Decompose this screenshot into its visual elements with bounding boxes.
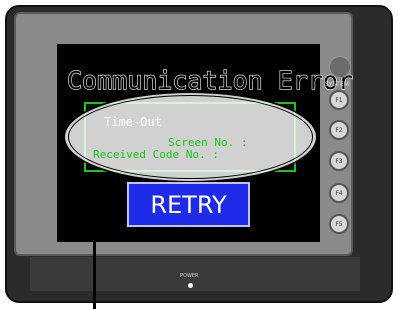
retry-button[interactable]: RETRY: [127, 182, 250, 227]
callout-pointer-line: [93, 180, 96, 309]
timeout-label: Time-Out: [104, 115, 162, 129]
system-label: SYSTEM: [325, 81, 349, 88]
f5-button[interactable]: F5: [329, 214, 349, 234]
f3-button[interactable]: F3: [329, 151, 349, 171]
f4-button[interactable]: F4: [329, 183, 349, 203]
power-led-icon: [188, 283, 193, 288]
system-button[interactable]: [329, 56, 351, 78]
power-label: POWER: [180, 273, 199, 279]
f1-button[interactable]: F1: [329, 90, 349, 110]
received-code-label: Received Code No. :: [93, 148, 219, 161]
f2-button[interactable]: F2: [329, 120, 349, 140]
